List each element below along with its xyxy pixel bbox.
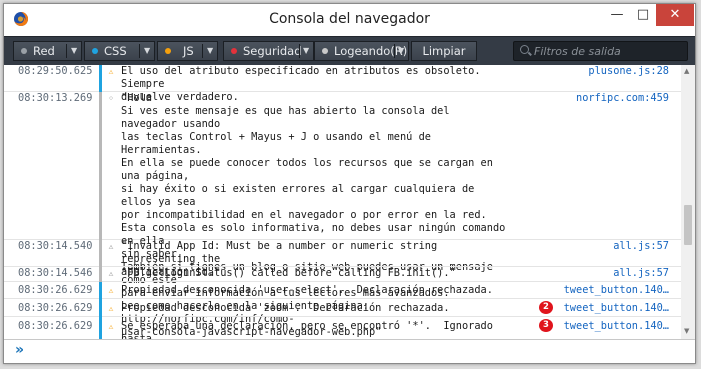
log-message: Propiedad desconocida 'zoom'. Declaració… [121, 302, 450, 314]
prompt-icon: » [15, 342, 25, 358]
log-row: 08:30:14.540 ⚠ "Invalid App Id: Must be … [4, 240, 681, 278]
net-dot-icon [21, 48, 27, 54]
logging-dot-icon [322, 48, 328, 54]
warning-icon: ⚠ [108, 242, 114, 251]
log-row: 08:30:14.546 ⚠ "FB.getLoginStatus() call… [4, 267, 681, 282]
timestamp: 08:30:14.540 [18, 240, 93, 252]
title-bar: Consola del navegador — □ ✕ [4, 4, 695, 36]
divider [66, 44, 67, 58]
timestamp: 08:30:26.629 [18, 284, 93, 296]
filter-logging-label: Logeando(R) [334, 44, 408, 58]
chevron-down-icon[interactable]: ▼ [71, 42, 77, 60]
divider [394, 44, 395, 58]
output-filter [513, 41, 688, 61]
log-message: Se esperaba una declaración, pero se enc… [121, 320, 493, 339]
vertical-scrollbar[interactable]: ▲ ▼ [681, 65, 695, 339]
log-row: 08:29:50.625 ⚠ El uso del atributo espec… [4, 65, 681, 103]
console-toolbar: Red ▼ CSS ▼ JS ▼ Seguridad ▼ Logeando(R)… [4, 36, 695, 66]
filter-logging-button[interactable]: Logeando(R) ▼ [314, 41, 409, 61]
source-link[interactable]: norfipc.com:459 [576, 92, 669, 105]
category-bar [99, 282, 102, 299]
source-link[interactable]: tweet_button.140… [564, 320, 669, 333]
search-icon [520, 45, 529, 54]
maximize-button[interactable]: □ [630, 4, 656, 26]
window-title: Consola del navegador [269, 11, 430, 27]
timestamp: 08:30:13.269 [18, 92, 93, 104]
js-dot-icon [165, 48, 171, 54]
filter-css-label: CSS [104, 44, 127, 58]
divider [139, 44, 140, 58]
clear-button[interactable]: Limpiar [411, 41, 477, 61]
filter-net-label: Red [33, 44, 55, 58]
repeat-count-badge: 2 [539, 301, 553, 314]
chevron-down-icon[interactable]: ▼ [398, 42, 404, 60]
log-row: 08:30:26.629 ⚠ Propiedad desconocida 'us… [4, 282, 681, 299]
scrollbar-thumb[interactable] [684, 205, 692, 245]
category-bar [99, 299, 102, 317]
security-dot-icon [231, 48, 237, 54]
category-bar [99, 267, 102, 282]
chevron-down-icon[interactable]: ▼ [303, 42, 309, 60]
category-bar [99, 317, 102, 339]
timestamp: 08:30:26.629 [18, 320, 93, 332]
javascript-input[interactable] [34, 343, 678, 361]
filter-security-label: Seguridad [243, 44, 302, 58]
warning-icon: ⚠ [108, 67, 114, 76]
browser-console-window: Consola del navegador — □ ✕ Red ▼ CSS ▼ … [3, 3, 696, 364]
source-link[interactable]: tweet_button.140… [564, 302, 669, 315]
source-link[interactable]: plusone.js:28 [588, 65, 669, 78]
filter-css-button[interactable]: CSS ▼ [84, 41, 155, 61]
log-row: 08:30:26.629 ⚠ Propiedad desconocida 'zo… [4, 299, 681, 317]
log-row: 08:30:13.269 ◦ "Hola Si ves este mensaje… [4, 92, 681, 338]
scroll-down-icon[interactable]: ▼ [684, 327, 689, 335]
timestamp: 08:30:14.546 [18, 267, 93, 279]
log-row: 08:30:26.629 ⚠ Se esperaba una declaraci… [4, 317, 681, 339]
filter-net-button[interactable]: Red ▼ [13, 41, 82, 61]
warning-icon: ⚠ [108, 269, 114, 278]
chevron-down-icon[interactable]: ▼ [207, 42, 213, 60]
timestamp: 08:29:50.625 [18, 65, 93, 77]
command-line: » [4, 339, 695, 363]
minimize-button[interactable]: — [604, 4, 630, 26]
close-button[interactable]: ✕ [656, 4, 694, 26]
category-bar [99, 65, 102, 92]
source-link[interactable]: all.js:57 [613, 267, 669, 280]
timestamp: 08:30:26.629 [18, 302, 93, 314]
category-bar [99, 240, 102, 267]
filter-js-label: JS [183, 44, 194, 58]
warning-icon: ⚠ [108, 304, 114, 313]
filter-security-button[interactable]: Seguridad ▼ [223, 41, 314, 61]
warning-icon: ⚠ [108, 322, 114, 331]
chevron-down-icon[interactable]: ▼ [144, 42, 150, 60]
source-link[interactable]: tweet_button.140… [564, 284, 669, 297]
repeat-count-badge: 3 [539, 319, 553, 332]
log-icon: ◦ [108, 94, 114, 103]
divider [202, 44, 203, 58]
console-output: 08:29:50.625 ⚠ El uso del atributo espec… [4, 65, 681, 339]
category-bar [99, 92, 102, 240]
scroll-up-icon[interactable]: ▲ [684, 67, 689, 75]
source-link[interactable]: all.js:57 [613, 240, 669, 253]
divider [299, 44, 300, 58]
filter-js-button[interactable]: JS ▼ [157, 41, 218, 61]
css-dot-icon [92, 48, 98, 54]
warning-icon: ⚠ [108, 286, 114, 295]
filter-output-input[interactable] [534, 42, 684, 60]
log-message: "FB.getLoginStatus() called before calli… [121, 267, 456, 279]
log-message: Propiedad desconocida 'user-select'. Dec… [121, 284, 493, 296]
